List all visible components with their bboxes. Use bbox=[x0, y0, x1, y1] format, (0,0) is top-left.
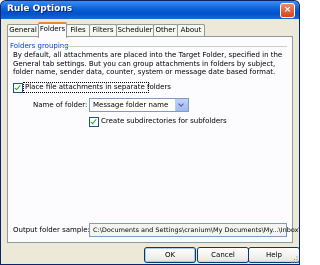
output-sample-field: C:\Documents and Settings\cranium\My Doc… bbox=[89, 223, 299, 237]
close-icon: × bbox=[283, 5, 292, 15]
resize-grip-icon[interactable] bbox=[290, 255, 298, 263]
tab-general[interactable]: General bbox=[7, 24, 39, 36]
subdirectories-checkbox[interactable] bbox=[89, 117, 99, 127]
group-divider bbox=[59, 46, 287, 47]
tab-about[interactable]: About bbox=[177, 24, 205, 36]
subdirectories-label[interactable]: Create subdirectories for subfolders bbox=[101, 117, 227, 125]
rule-options-dialog: Rule Options × General Folders Files Fil… bbox=[0, 0, 300, 265]
name-of-folder-label: Name of folder: bbox=[33, 101, 88, 109]
cancel-button[interactable]: Cancel bbox=[197, 247, 249, 263]
chevron-down-icon[interactable] bbox=[175, 99, 188, 111]
name-of-folder-select[interactable]: Message folder name bbox=[89, 98, 189, 112]
separate-folders-label[interactable]: Place file attachments in separate folde… bbox=[25, 83, 171, 91]
tab-filters[interactable]: Filters bbox=[89, 24, 117, 36]
tab-folders[interactable]: Folders bbox=[38, 22, 67, 38]
output-sample-label: Output folder sample: bbox=[13, 226, 90, 234]
title-bar[interactable]: Rule Options × bbox=[1, 1, 299, 19]
separate-folders-checkbox[interactable] bbox=[13, 83, 23, 93]
tab-other[interactable]: Other bbox=[153, 24, 178, 36]
name-of-folder-value: Message folder name bbox=[93, 101, 169, 109]
ok-button[interactable]: OK bbox=[144, 247, 196, 263]
tab-strip: General Folders Files Filters Scheduler … bbox=[7, 22, 293, 38]
window-title: Rule Options bbox=[7, 4, 73, 14]
tab-files[interactable]: Files bbox=[66, 24, 90, 36]
group-description: By default, all attachments are placed i… bbox=[13, 51, 283, 76]
tab-scheduler[interactable]: Scheduler bbox=[116, 24, 154, 36]
close-button[interactable]: × bbox=[280, 3, 295, 18]
output-sample-value: C:\Documents and Settings\cranium\My Doc… bbox=[93, 226, 300, 234]
